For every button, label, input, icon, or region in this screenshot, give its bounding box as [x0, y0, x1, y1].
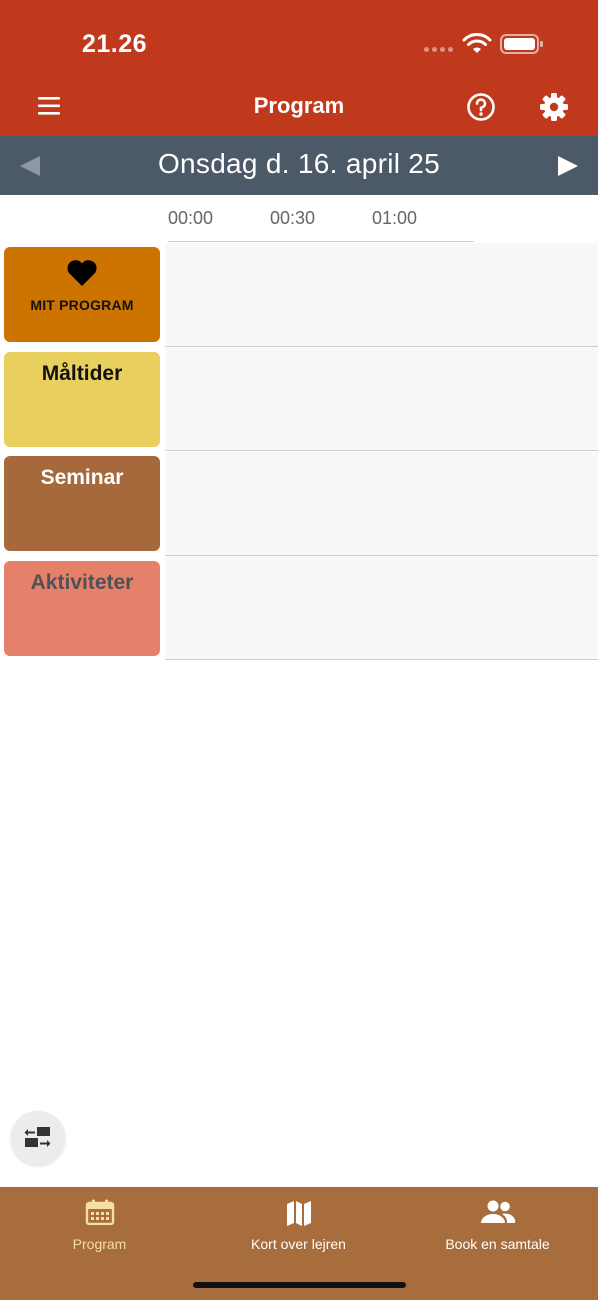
category-label: Måltider [41, 362, 123, 385]
heart-icon [67, 260, 97, 286]
home-indicator [193, 1282, 406, 1288]
cellular-signal-icon [424, 47, 453, 52]
category-label: Seminar [40, 466, 124, 489]
app-header: 21.26 Program [0, 0, 598, 136]
page-title: Program [253, 93, 345, 118]
wifi-icon [462, 33, 492, 53]
battery-icon [500, 34, 543, 54]
timeline-row-mit-program[interactable] [165, 243, 598, 347]
category-seminar[interactable]: Seminar [4, 456, 160, 551]
tab-program[interactable]: Program [0, 1187, 199, 1267]
calendar-icon [85, 1199, 114, 1225]
tab-label: Book en samtale [445, 1236, 550, 1252]
category-maaltider[interactable]: Måltider [4, 352, 160, 447]
time-tick-label: 00:30 [270, 208, 316, 228]
help-circle-icon[interactable] [466, 92, 496, 122]
time-tick-label: 00:00 [168, 208, 214, 228]
category-aktiviteter[interactable]: Aktiviteter [4, 561, 160, 656]
timeline-row-aktiviteter[interactable] [165, 556, 598, 660]
map-icon [286, 1201, 311, 1226]
tab-map[interactable]: Kort over lejren [199, 1187, 398, 1267]
timeline-row-maaltider[interactable] [165, 347, 598, 451]
tab-book-conversation[interactable]: Book en samtale [398, 1187, 597, 1267]
tab-label: Kort over lejren [251, 1236, 346, 1252]
tab-label: Program [72, 1236, 127, 1252]
status-time: 21.26 [82, 30, 148, 58]
time-tick-label: 01:00 [372, 208, 418, 228]
gear-icon[interactable] [539, 92, 569, 122]
category-label: MIT PROGRAM [30, 297, 134, 313]
category-mit-program[interactable]: MIT PROGRAM [4, 247, 160, 342]
category-label: Aktiviteter [30, 571, 134, 594]
people-icon [480, 1200, 515, 1223]
timeline-header: 00:00 00:30 01:00 [0, 208, 598, 232]
swap-view-button[interactable] [11, 1111, 65, 1165]
timeline-row-seminar[interactable] [165, 452, 598, 556]
swap-icon [24, 1127, 51, 1147]
date-label: Onsdag d. 16. april 25 [157, 148, 441, 179]
timeline-axis [168, 241, 474, 242]
triangle-right-icon[interactable] [556, 155, 580, 177]
